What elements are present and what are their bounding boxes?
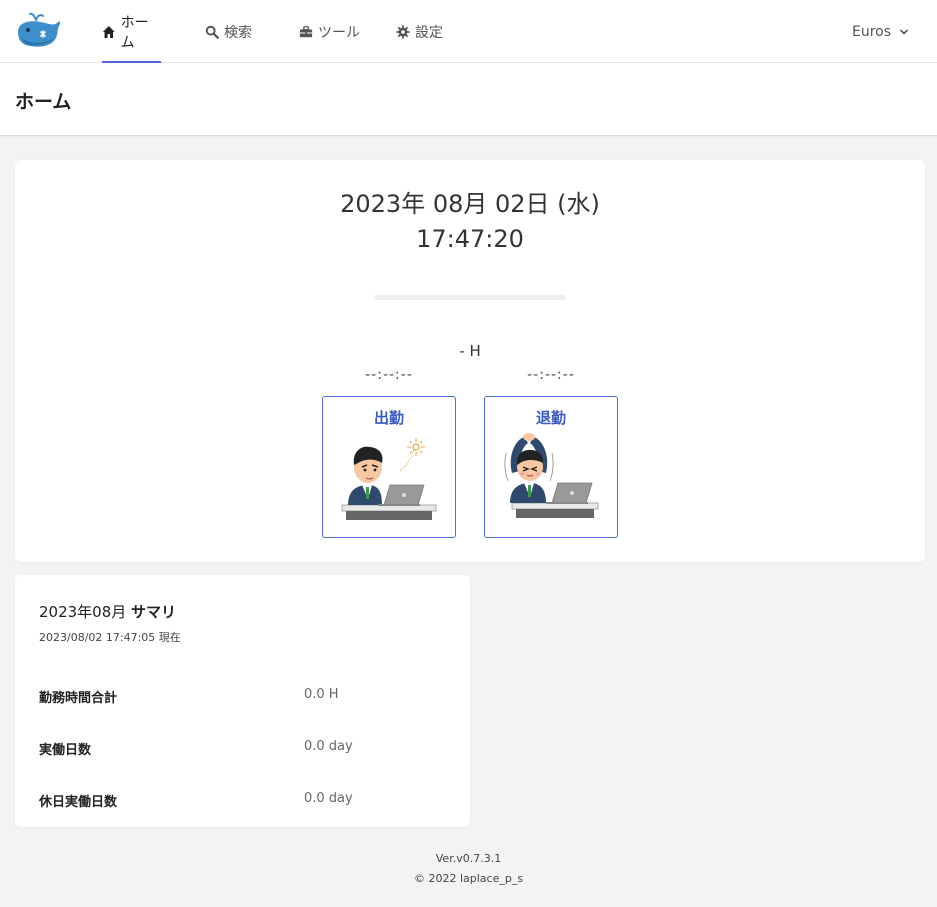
clock-out-button[interactable]: 退勤 — [484, 396, 618, 538]
summary-title-month: 2023年08月 — [39, 603, 127, 621]
clock-out-time: --:--:-- — [527, 367, 575, 383]
nav-item-label: 検索 — [224, 24, 252, 41]
page-title: ホーム — [15, 91, 72, 113]
current-time: 17:47:20 — [416, 225, 524, 253]
clock-out-label: 退勤 — [535, 409, 566, 427]
summary-value: 0.0 day — [304, 791, 353, 806]
nav-item-search[interactable]: 検索 — [205, 0, 252, 63]
summary-title: 2023年08月 サマリ — [39, 601, 176, 622]
gear-icon — [396, 24, 410, 39]
nav-item-settings[interactable]: 設定 — [396, 0, 443, 63]
clock-in-time: --:--:-- — [365, 367, 413, 383]
stretching-at-laptop-illustration — [504, 433, 599, 518]
user-menu[interactable]: Euros — [852, 0, 909, 63]
nav-item-label: ホーム — [120, 14, 149, 51]
clock-in-label: 出勤 — [373, 409, 404, 427]
footer-version: Ver.v0.7.3.1 — [435, 852, 502, 865]
working-at-laptop-illustration — [341, 438, 437, 520]
clock-card: 2023年 08月 02日 (水) 17:47:20 - H --:--:-- … — [15, 160, 925, 562]
user-name: Euros — [851, 23, 891, 40]
current-date: 2023年 08月 02日 (水) — [340, 190, 600, 218]
summary-as-of: 2023/08/02 17:47:05 現在 — [39, 631, 181, 644]
nav-item-label: ツール — [318, 24, 360, 41]
page-header: ホーム — [0, 63, 937, 136]
worked-hours: - H — [459, 342, 481, 360]
nav-item-tools[interactable]: ツール — [299, 0, 360, 63]
clock-in-button[interactable]: 出勤 — [322, 396, 456, 538]
summary-row-holiday-work-days: 休日実働日数 0.0 day — [39, 791, 459, 811]
summary-row-total-hours: 勤務時間合計 0.0 H — [39, 687, 459, 707]
toolbox-icon — [299, 25, 313, 37]
search-icon — [205, 25, 219, 39]
summary-key: 休日実働日数 — [39, 795, 118, 810]
summary-key: 勤務時間合計 — [39, 691, 118, 706]
nav-item-home[interactable]: ホーム — [102, 0, 161, 63]
summary-row-work-days: 実働日数 0.0 day — [39, 739, 459, 759]
monthly-summary-card: 2023年08月 サマリ 2023/08/02 17:47:05 現在 勤務時間… — [15, 575, 470, 827]
summary-key: 実働日数 — [39, 743, 92, 758]
nav-item-label: 設定 — [415, 24, 443, 41]
chevron-down-icon — [900, 29, 908, 35]
work-progress-bar — [374, 295, 566, 300]
whale-logo-icon[interactable] — [14, 10, 62, 50]
footer-copyright: © 2022 laplace_p_s — [413, 872, 524, 885]
summary-title-suffix: サマリ — [131, 603, 177, 621]
home-icon — [102, 25, 115, 38]
top-navbar: ホーム 検索 ツール 設定 Euros — [0, 0, 937, 63]
summary-value: 0.0 day — [304, 739, 353, 754]
summary-value: 0.0 H — [304, 687, 339, 702]
